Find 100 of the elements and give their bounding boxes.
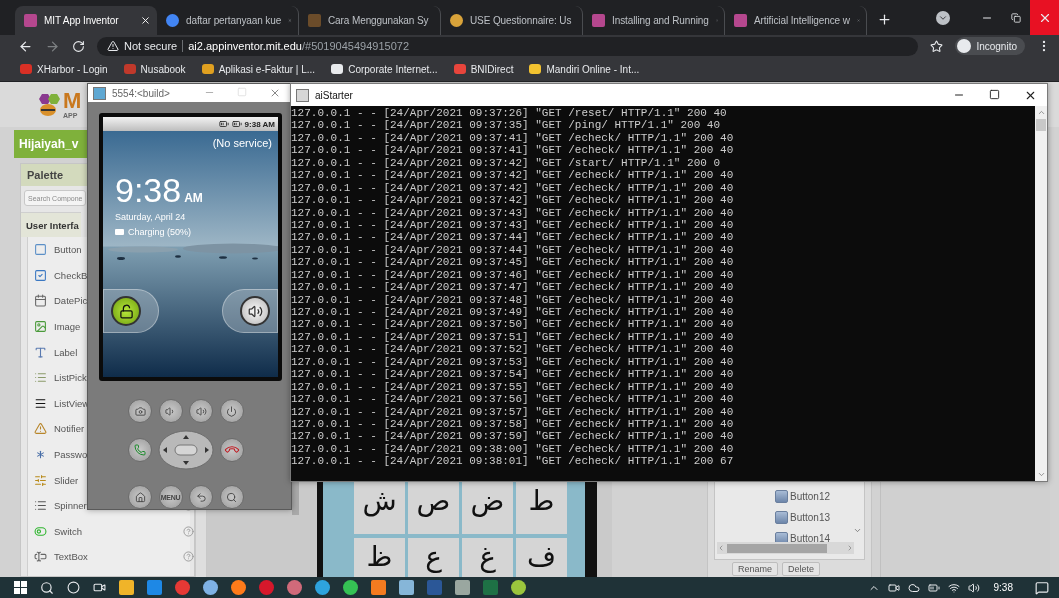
tile-icon[interactable] bbox=[371, 580, 386, 595]
palette-item[interactable]: CheckB bbox=[54, 269, 88, 281]
palette-icon[interactable] bbox=[287, 580, 302, 595]
palette-item[interactable]: Switch bbox=[54, 525, 82, 537]
palette-item[interactable]: DatePic bbox=[54, 295, 88, 307]
close-icon bbox=[269, 87, 281, 99]
reload-button[interactable] bbox=[72, 39, 85, 53]
letter-button[interactable]: ف bbox=[516, 538, 567, 577]
scrollbar-thumb[interactable] bbox=[1036, 119, 1046, 131]
clock-text[interactable]: 9:38 bbox=[993, 582, 1013, 593]
palette-item[interactable]: Image bbox=[54, 321, 81, 333]
tab-search-button[interactable] bbox=[936, 10, 950, 25]
browser-icon[interactable] bbox=[175, 580, 190, 595]
palette-item[interactable]: Button bbox=[54, 244, 82, 256]
camera-icon[interactable] bbox=[887, 581, 900, 594]
windows-logo-icon[interactable] bbox=[14, 581, 27, 594]
search-icon[interactable] bbox=[40, 580, 54, 595]
letter-button[interactable]: ع bbox=[408, 538, 459, 577]
power-key[interactable] bbox=[219, 399, 244, 423]
scrollbar-thumb[interactable] bbox=[292, 482, 299, 515]
address-bar[interactable]: Not secure ai2.appinventor.mit.edu/#5019045494915072 bbox=[97, 36, 919, 56]
palette-item[interactable]: Label bbox=[54, 346, 78, 358]
bookmark-link[interactable]: Nusabook bbox=[123, 63, 186, 75]
search-key[interactable] bbox=[219, 485, 244, 509]
palette-item[interactable]: Slider bbox=[54, 474, 79, 486]
scrollbar-thumb[interactable] bbox=[727, 543, 827, 553]
bookmark-link[interactable]: BNIDirect bbox=[453, 63, 514, 75]
chevron-down-icon[interactable] bbox=[1036, 470, 1046, 479]
volume-down-key[interactable] bbox=[158, 399, 183, 423]
home-key[interactable] bbox=[128, 485, 152, 509]
android-icon[interactable] bbox=[511, 580, 526, 595]
fox-icon[interactable] bbox=[231, 580, 246, 595]
sound-tab[interactable] bbox=[222, 289, 278, 333]
palette-item[interactable]: Passwo bbox=[54, 449, 88, 461]
letter-button[interactable]: ظ bbox=[354, 538, 405, 577]
palette-item[interactable]: Spinner bbox=[54, 500, 87, 512]
app-icon[interactable] bbox=[203, 580, 218, 595]
scroll-down-icon[interactable] bbox=[853, 526, 862, 535]
back-button[interactable] bbox=[18, 38, 33, 54]
palette-item[interactable]: TextBox bbox=[54, 551, 88, 563]
palette-item[interactable]: Notifier bbox=[54, 423, 85, 435]
component-action-button[interactable]: Delete bbox=[782, 562, 821, 576]
letter-button[interactable]: ص bbox=[408, 482, 459, 534]
close-icon[interactable] bbox=[140, 15, 151, 26]
help-icon[interactable] bbox=[183, 525, 194, 537]
bookmark-link[interactable]: Mandiri Online - Int... bbox=[529, 63, 640, 75]
tile-icon[interactable] bbox=[147, 580, 162, 595]
power-icon bbox=[226, 405, 237, 417]
letter-button[interactable]: ش bbox=[354, 482, 405, 534]
call-key[interactable] bbox=[128, 438, 152, 462]
letter-button[interactable]: ض bbox=[462, 482, 513, 534]
volume-up-key[interactable] bbox=[189, 399, 213, 423]
maximize-button[interactable] bbox=[989, 88, 1000, 102]
help-icon[interactable] bbox=[183, 551, 194, 563]
category-header[interactable]: User Interfa bbox=[21, 212, 81, 237]
bookmark-button[interactable] bbox=[930, 39, 944, 53]
bookmark-link[interactable]: XHarbor - Login bbox=[20, 63, 108, 75]
speaker-icon bbox=[247, 303, 263, 319]
calendar-icon bbox=[34, 294, 47, 308]
log-line: 127.0.0.1 - - [24/Apr/2021 09:37:50] "GET /echeck/ HTTP/1.1" 200 40 bbox=[291, 318, 735, 331]
hang-up-key[interactable] bbox=[219, 438, 244, 462]
camera-key[interactable] bbox=[128, 399, 152, 423]
profile-button[interactable]: Incognito bbox=[955, 37, 1025, 55]
ring-icon[interactable] bbox=[259, 580, 274, 595]
circle-icon[interactable] bbox=[67, 581, 80, 594]
bookmark-link[interactable]: Aplikasi e-Faktur | L... bbox=[201, 63, 316, 75]
log-line: 127.0.0.1 - - [24/Apr/2021 09:37:49] "GET /echeck/ HTTP/1.1" 200 40 bbox=[291, 306, 735, 319]
vertical-scrollbar[interactable] bbox=[1035, 106, 1047, 481]
button-icon bbox=[34, 243, 47, 257]
log-line: 127.0.0.1 - - [24/Apr/2021 09:37:41] "GET /echeck/ HTTP/1.1" 200 40 bbox=[291, 144, 735, 157]
chevron-right-icon[interactable] bbox=[846, 544, 854, 552]
cloud-icon[interactable] bbox=[907, 581, 920, 594]
speaker-icon[interactable] bbox=[967, 581, 980, 594]
paper-plane-icon[interactable] bbox=[315, 580, 330, 595]
chevron-up-icon[interactable] bbox=[1036, 108, 1046, 117]
battery-icon[interactable] bbox=[927, 581, 940, 594]
chat-icon[interactable] bbox=[343, 580, 358, 595]
tab-icon bbox=[308, 14, 321, 27]
search-icon bbox=[226, 491, 237, 503]
horizontal-scrollbar[interactable] bbox=[717, 542, 854, 554]
component-item[interactable]: Button13 bbox=[790, 512, 831, 523]
list-icon bbox=[34, 371, 47, 385]
palette-item[interactable]: ListPick bbox=[54, 372, 87, 384]
wifi-icon[interactable] bbox=[947, 581, 960, 594]
unlock-tab[interactable] bbox=[103, 289, 159, 333]
letter-button[interactable]: ط bbox=[516, 482, 567, 534]
dropdown-icon bbox=[34, 499, 47, 513]
directional-pad[interactable] bbox=[157, 430, 214, 470]
letter-button[interactable]: غ bbox=[462, 538, 513, 577]
security-label: Not secure bbox=[124, 40, 178, 52]
component-item[interactable]: Button14 bbox=[790, 533, 831, 544]
component-action-button[interactable]: Rename bbox=[732, 562, 779, 576]
notification-icon[interactable] bbox=[1035, 580, 1049, 595]
back-key[interactable] bbox=[189, 485, 213, 509]
component-item[interactable]: Button12 bbox=[790, 491, 831, 502]
forward-button[interactable] bbox=[45, 38, 60, 54]
browser-tab[interactable]: MIT App Inventor bbox=[15, 6, 157, 35]
log-line: 127.0.0.1 - - [24/Apr/2021 09:37:42] "GET /echeck/ HTTP/1.1" 200 40 bbox=[291, 194, 735, 207]
chevron-left-icon[interactable] bbox=[717, 544, 725, 552]
bookmark-link[interactable]: Corporate Internet... bbox=[331, 63, 438, 75]
